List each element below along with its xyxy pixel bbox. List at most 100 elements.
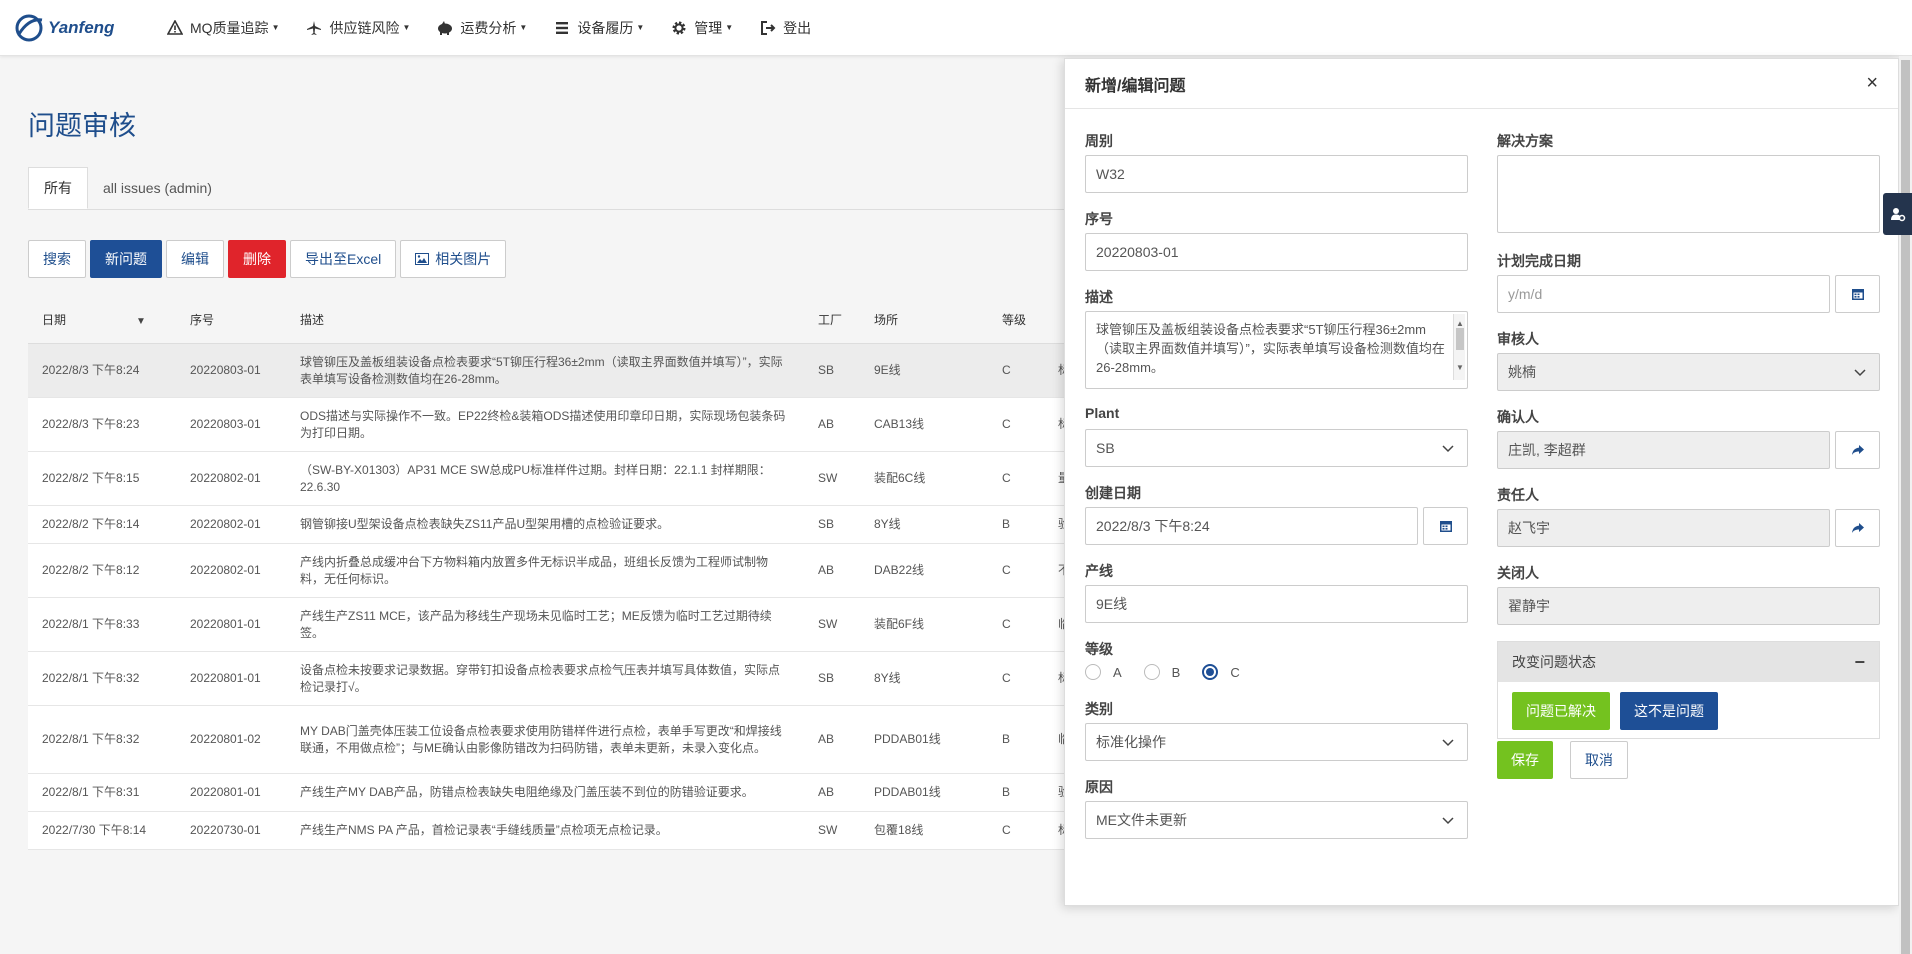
collapse-icon[interactable]: − [1854,652,1865,673]
cell-site: 8Y线 [874,671,901,685]
cell-grade: C [1002,417,1011,431]
category-select[interactable]: 标准化操作 [1085,723,1468,761]
plan-calendar-button[interactable] [1835,275,1880,313]
reason-select[interactable]: ME文件未更新 [1085,801,1468,839]
brand[interactable]: Yanfeng [14,14,148,42]
user-settings-widget[interactable] [1883,193,1912,235]
related-images-button[interactable]: 相关图片 [400,240,507,278]
scroll-down-icon[interactable]: ▼ [1456,358,1464,377]
sort-desc-icon[interactable]: ▼ [136,316,146,327]
plant-select[interactable]: SB [1085,429,1468,467]
reason-value: ME文件未更新 [1096,812,1187,828]
plan-date-label: 计划完成日期 [1497,253,1581,269]
calendar-button[interactable] [1423,507,1468,545]
cancel-button[interactable]: 取消 [1570,741,1628,779]
created-label: 创建日期 [1085,485,1141,501]
save-button[interactable]: 保存 [1497,741,1553,779]
nav-mq-quality[interactable]: MQ质量追踪 ▼ [166,18,279,38]
resolved-button[interactable]: 问题已解决 [1512,692,1610,730]
created-date-input[interactable]: 2022/8/3 下午8:24 [1085,507,1418,545]
tab-all[interactable]: 所有 [28,167,88,209]
delete-button[interactable]: 删除 [228,240,286,278]
cell-seq: 20220802-01 [190,471,261,485]
grade-label: 等级 [1085,641,1113,657]
seq-label: 序号 [1085,211,1113,227]
col-grade[interactable]: 等级 [988,312,1044,329]
caret-down-icon: ▼ [636,23,645,32]
cell-plant: SB [818,671,835,685]
nav-logout[interactable]: 登出 [759,18,811,38]
search-button[interactable]: 搜索 [28,240,86,278]
caret-down-icon: ▼ [271,23,280,32]
desc-scrollbar[interactable]: ▲ ▼ [1453,314,1465,380]
calendar-icon [1851,289,1864,300]
image-icon [415,253,430,265]
confirmer-input[interactable]: 庄凯, 李超群 [1497,431,1830,469]
edit-issue-modal: 新增/编辑问题 × 周别 W32 序号 20220803-01 描述 球管铆压及… [1064,58,1899,906]
grade-option-label: A [1113,664,1122,680]
status-panel-header[interactable]: 改变问题状态 − [1498,642,1879,682]
cell-date: 2022/8/2 下午8:14 [42,517,140,531]
solution-textarea[interactable] [1497,155,1880,233]
nav-admin[interactable]: 管理 ▼ [670,18,733,38]
closer-label: 关闭人 [1497,565,1539,581]
nav-supply-risk[interactable]: 供应链风险 ▼ [305,18,410,38]
seq-input[interactable]: 20220803-01 [1085,233,1468,271]
share-icon [1851,523,1864,533]
nav-label: 登出 [783,19,812,36]
col-site[interactable]: 场所 [860,312,988,329]
cell-plant: SB [818,517,835,531]
cell-date: 2022/8/2 下午8:15 [42,471,140,485]
nav-freight-analysis[interactable]: 运费分析 ▼ [436,18,527,38]
plant-value: SB [1096,440,1115,456]
toolbar: 搜索 新问题 编辑 删除 导出至Excel 相关图片 [28,240,507,278]
col-desc[interactable]: 描述 [286,312,804,329]
desc-textarea[interactable]: 球管铆压及盖板组装设备点检表要求“5T铆压行程36±2mm（读取主界面数值并填写… [1085,311,1468,389]
cell-grade: C [1002,671,1011,685]
edit-button[interactable]: 编辑 [166,240,224,278]
top-navbar: Yanfeng MQ质量追踪 ▼ 供应链风险 ▼ 运费分析 ▼ 设备履历 ▼ 管理 ▼ 登… [0,0,1912,56]
cell-seq: 20220730-01 [190,823,261,837]
cell-grade: C [1002,617,1011,631]
confirmer-share-button[interactable] [1835,431,1880,469]
nav-label: MQ质量追踪 [190,19,269,36]
col-seq[interactable]: 序号 [176,312,286,329]
scroll-thumb[interactable] [1456,328,1464,350]
grade-radio-a[interactable] [1085,664,1101,680]
new-issue-button[interactable]: 新问题 [90,240,162,278]
grade-radio-c[interactable] [1202,664,1219,680]
col-plant[interactable]: 工厂 [804,312,860,329]
not-issue-button[interactable]: 这不是问题 [1620,692,1718,730]
user-gear-icon [1890,208,1905,222]
page-scrollbar[interactable] [1899,56,1912,954]
reviewer-value: 姚楠 [1508,364,1536,380]
chevron-down-icon [1854,369,1866,377]
plan-date-input[interactable]: y/m/d [1497,275,1830,313]
owner-share-button[interactable] [1835,509,1880,547]
caret-down-icon: ▼ [519,23,528,32]
col-date[interactable]: 日期 ▼ [28,312,176,330]
cell-plant: AB [818,417,835,431]
owner-input[interactable]: 赵飞宇 [1497,509,1830,547]
cell-grade: B [1002,732,1011,746]
line-input[interactable]: 9E线 [1085,585,1468,623]
cell-desc: 产线内折叠总成缓冲台下方物料箱内放置多件无标识半成品，班组长反馈为工程师试制物料… [300,554,769,586]
week-input[interactable]: W32 [1085,155,1468,193]
tab-all-issues-admin[interactable]: all issues (admin) [88,167,227,209]
reviewer-select[interactable]: 姚楠 [1497,353,1880,391]
cell-desc: 设备点检未按要求记录数据。穿带钉扣设备点检表要求点检气压表并填写具体数值，实际点… [300,662,781,694]
desc-label: 描述 [1085,289,1113,305]
caret-down-icon: ▼ [402,23,411,32]
plant-label: Plant [1085,405,1120,421]
brand-name: Yanfeng [48,17,115,37]
grade-radio-group: A B C [1085,664,1262,680]
desc-text: 球管铆压及盖板组装设备点检表要求“5T铆压行程36±2mm（读取主界面数值并填写… [1096,322,1445,375]
week-label: 周别 [1085,133,1113,149]
cell-grade: C [1002,563,1011,577]
nav-equipment-history[interactable]: 设备履历 ▼ [553,18,644,38]
closer-input[interactable]: 翟静宇 [1497,587,1880,625]
cell-date: 2022/8/1 下午8:32 [42,732,140,746]
grade-radio-b[interactable] [1143,664,1160,680]
piggy-bank-icon [436,19,454,37]
export-excel-button[interactable]: 导出至Excel [290,240,397,278]
